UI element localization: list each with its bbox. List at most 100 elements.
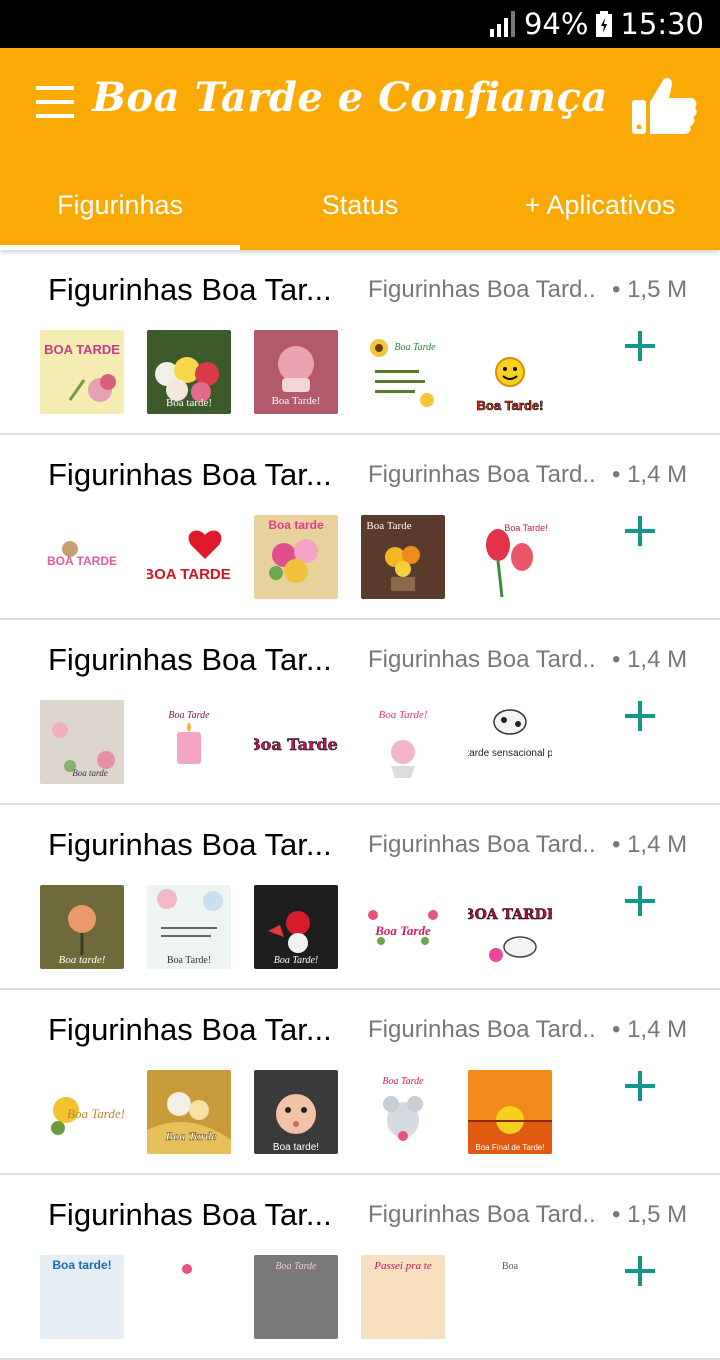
menu-icon[interactable] (36, 86, 76, 118)
sticker-text: Boa Tarde (168, 710, 210, 721)
tab-aplicativos[interactable]: + Aplicativos (480, 160, 720, 250)
sticker-thumbnail (147, 1255, 231, 1339)
sticker-pack-row[interactable]: Figurinhas Boa Tar... Figurinhas Boa Tar… (0, 620, 720, 805)
sticker-thumbnail: Boa Tarde! (468, 515, 552, 599)
app-bar: Boa Tarde e Confiança (0, 48, 720, 160)
sticker-text: BOA TARDE (47, 554, 117, 568)
sticker-thumbnail: Boa Tarde! (254, 885, 338, 969)
pack-size: • 1,5 M (612, 1201, 688, 1228)
sticker-text: BOA TARDE (147, 566, 231, 583)
battery-percent: 94% (523, 7, 589, 41)
add-pack-button[interactable] (622, 698, 658, 734)
pack-name: Figurinhas Boa Tar... (48, 457, 332, 492)
sticker-thumbnail: Boa tarde (40, 700, 124, 784)
sticker-thumbnail: Boa tarde! (147, 330, 231, 414)
sticker-text: Boa Tarde (394, 342, 436, 353)
pack-size: • 1,5 M (612, 276, 688, 303)
app-title: Boa Tarde e Confiança (92, 74, 608, 121)
sticker-pack-row[interactable]: Figurinhas Boa Tar... Figurinhas Boa Tar… (0, 805, 720, 990)
pack-publisher: Figurinhas Boa Tard... (368, 831, 598, 858)
sticker-text: Boa Tarde (374, 923, 431, 938)
pack-size: • 1,4 M (612, 646, 688, 673)
tab-status[interactable]: Status (240, 160, 480, 250)
sticker-text: Boa tarde (72, 768, 107, 778)
pack-publisher: Figurinhas Boa Tard... (368, 1016, 598, 1043)
sticker-thumbnail: BOA TARDE (468, 885, 552, 969)
pack-name: Figurinhas Boa Tar... (48, 272, 332, 307)
sticker-text: BOA TARDE (468, 907, 552, 923)
sticker-pack-list: Figurinhas Boa Tar... Figurinhas Boa Tar… (0, 250, 720, 1360)
sticker-thumbnail: Boa Tarde! (147, 885, 231, 969)
sticker-thumbnail: Boa Tarde! (40, 1070, 124, 1154)
sticker-pack-row[interactable]: Figurinhas Boa Tar... Figurinhas Boa Tar… (0, 1175, 720, 1360)
pack-size: • 1,4 M (612, 831, 688, 858)
sticker-thumbnail: Boa Tarde (361, 515, 445, 599)
sticker-text: Boa Tarde! (167, 955, 211, 966)
sticker-text: Boa Tarde! (272, 395, 321, 407)
sticker-text: Boa tarde! (52, 1258, 111, 1272)
pack-publisher: Figurinhas Boa Tard... (368, 1201, 598, 1228)
sticker-text: Passei pra te (373, 1260, 432, 1272)
sticker-text: Boa Tarde (164, 1129, 217, 1143)
sticker-thumbnail: Boa tarde! (40, 1255, 124, 1339)
add-pack-button[interactable] (622, 328, 658, 364)
sticker-thumbnail: BOA TARDE (40, 515, 124, 599)
sticker-text: Boa tarde! (273, 1142, 319, 1153)
status-bar: 94% 15:30 (0, 0, 720, 48)
sticker-text: Boa Tarde! (477, 398, 544, 413)
sticker-previews: BOA TARDE Boa tarde! Boa Tarde! Boa Tard… (40, 330, 552, 414)
pack-name: Figurinhas Boa Tar... (48, 827, 332, 862)
sticker-thumbnail: Boa Final de Tarde! (468, 1070, 552, 1154)
sticker-text: Boa Tarde! (254, 735, 338, 754)
sticker-pack-row[interactable]: Figurinhas Boa Tar... Figurinhas Boa Tar… (0, 250, 720, 435)
sticker-pack-row[interactable]: Figurinhas Boa Tar... Figurinhas Boa Tar… (0, 435, 720, 620)
status-icons: 94% 15:30 (489, 0, 704, 48)
sticker-thumbnail: Boa tarde (254, 515, 338, 599)
sticker-text: Boa Tarde (366, 520, 411, 532)
tab-figurinhas[interactable]: Figurinhas (0, 160, 240, 250)
sticker-text: Boa Tarde (382, 1076, 424, 1087)
sticker-text: Boa tarde (268, 518, 324, 532)
sticker-text: Boa Tarde! (379, 709, 428, 721)
pack-name: Figurinhas Boa Tar... (48, 642, 332, 677)
sticker-thumbnail: Boa Tarde! (361, 700, 445, 784)
add-pack-button[interactable] (622, 1068, 658, 1104)
sticker-thumbnail: Boa Tarde (254, 1255, 338, 1339)
sticker-previews: Boa Tarde! Boa Tarde Boa tarde! Boa Tard… (40, 1070, 552, 1154)
sticker-text: BOA TARDE (44, 342, 120, 357)
sticker-thumbnail: Boa Tarde (361, 1070, 445, 1154)
pack-publisher: Figurinhas Boa Tard... (368, 276, 598, 303)
sticker-previews: BOA TARDE BOA TARDE Boa tarde Boa Tarde … (40, 515, 552, 599)
sticker-thumbnail: Passei pra te (361, 1255, 445, 1339)
add-pack-button[interactable] (622, 1253, 658, 1289)
sticker-thumbnail: Boa tarde! (254, 1070, 338, 1154)
sticker-thumbnail: Boa (468, 1255, 552, 1339)
pack-name: Figurinhas Boa Tar... (48, 1012, 332, 1047)
sticker-previews: Boa tarde Boa Tarde Boa Tarde! Boa Tarde… (40, 700, 552, 784)
sticker-thumbnail: Boa tarde! (40, 885, 124, 969)
sticker-thumbnail: Boa Tarde (147, 700, 231, 784)
thumbs-up-icon[interactable] (628, 70, 698, 140)
battery-icon (596, 11, 613, 37)
sticker-text: Boa tarde! (59, 954, 106, 966)
signal-icon (489, 11, 515, 37)
add-pack-button[interactable] (622, 883, 658, 919)
sticker-thumbnail: Boa Tarde! (254, 330, 338, 414)
sticker-text: Boa (502, 1261, 519, 1272)
sticker-text: Boa Tarde! (504, 523, 547, 533)
sticker-text: Boa Tarde! (67, 1106, 124, 1121)
sticker-text: Boa Tarde! (274, 955, 319, 966)
sticker-thumbnail: Boa Tarde (147, 1070, 231, 1154)
sticker-thumbnail: BOA TARDE (147, 515, 231, 599)
pack-publisher: Figurinhas Boa Tard... (368, 461, 598, 488)
sticker-thumbnail: Boa Tarde (361, 885, 445, 969)
sticker-thumbnail: BOA TARDE (40, 330, 124, 414)
add-pack-button[interactable] (622, 513, 658, 549)
sticker-thumbnail: Uma tarde sensacional pra vc! (468, 700, 552, 784)
sticker-thumbnail: Boa Tarde! (468, 330, 552, 414)
sticker-thumbnail: Boa Tarde (361, 330, 445, 414)
sticker-text: Boa Final de Tarde! (475, 1143, 544, 1152)
pack-size: • 1,4 M (612, 461, 688, 488)
sticker-pack-row[interactable]: Figurinhas Boa Tar... Figurinhas Boa Tar… (0, 990, 720, 1175)
sticker-previews: Boa tarde! Boa Tarde! Boa Tarde! Boa Tar… (40, 885, 552, 969)
